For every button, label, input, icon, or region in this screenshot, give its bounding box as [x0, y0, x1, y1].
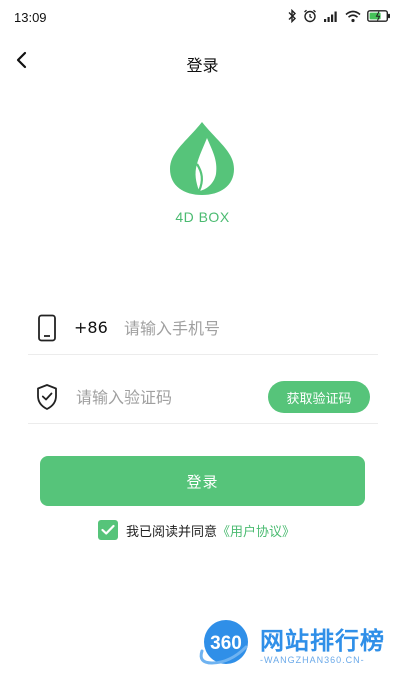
- phone-field-row: +86: [28, 302, 378, 355]
- login-button[interactable]: 登录: [40, 456, 365, 506]
- watermark: 360 网站排行榜 -WANGZHAN360.CN-: [196, 615, 401, 675]
- agreement-text: 我已阅读并同意: [126, 524, 218, 540]
- nav-bar: 登录: [0, 40, 405, 84]
- alarm-icon: [303, 9, 317, 23]
- watermark-title: 网站排行榜: [260, 627, 385, 655]
- shield-check-icon: [34, 383, 60, 411]
- watermark-subtitle: -WANGZHAN360.CN-: [260, 655, 365, 665]
- agreement-row: 我已阅读并同意 《用户协议》: [98, 518, 295, 542]
- phone-input[interactable]: [124, 312, 364, 344]
- verification-code-input[interactable]: [76, 381, 256, 413]
- wifi-icon: [345, 10, 361, 23]
- status-icons: [287, 9, 391, 23]
- watermark-logo: 360: [199, 620, 248, 665]
- brand-name: 4D BOX: [175, 209, 230, 225]
- code-field-row: 获取验证码: [28, 371, 378, 424]
- page-title: 登录: [186, 56, 219, 75]
- country-code[interactable]: +86: [74, 318, 108, 337]
- watermark-logo-text: 360: [210, 633, 242, 654]
- status-bar: 13:09: [0, 0, 405, 36]
- mobile-phone-icon: [34, 314, 60, 342]
- get-code-button[interactable]: 获取验证码: [268, 381, 370, 413]
- bluetooth-icon: [287, 9, 297, 23]
- agreement-checkbox[interactable]: [98, 520, 118, 540]
- battery-icon: [367, 10, 391, 22]
- cellular-signal-icon: [323, 10, 339, 23]
- user-agreement-link[interactable]: 《用户协议》: [217, 521, 295, 540]
- check-icon: [101, 521, 115, 540]
- status-time: 13:09: [14, 10, 47, 25]
- app-logo: [166, 120, 238, 196]
